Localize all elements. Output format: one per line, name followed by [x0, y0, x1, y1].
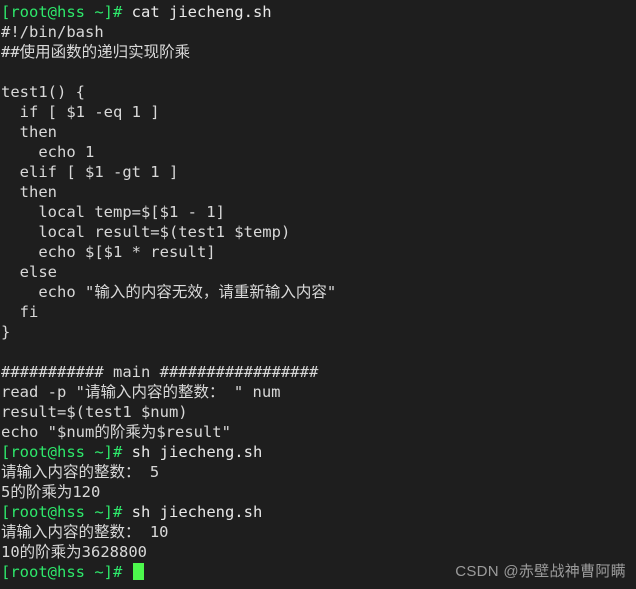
terminal-output-line: if [ $1 -eq 1 ]	[0, 102, 636, 122]
terminal-output-line: echo "$num的阶乘为$result"	[0, 422, 636, 442]
terminal-line-text: else	[1, 263, 57, 281]
terminal-line-text: test1() {	[1, 83, 85, 101]
terminal-line-text: echo $[$1 * result]	[1, 243, 216, 261]
terminal-output-line: 请输入内容的整数： 10	[0, 522, 636, 542]
shell-command	[122, 563, 131, 581]
terminal-line-text: then	[1, 123, 57, 141]
terminal-output-line: ########### main #################	[0, 362, 636, 382]
terminal-output-line: echo "输入的内容无效，请重新输入内容"	[0, 282, 636, 302]
terminal-output-line: read -p "请输入内容的整数： " num	[0, 382, 636, 402]
terminal-line-text: echo "输入的内容无效，请重新输入内容"	[1, 283, 337, 301]
terminal-output-line: local temp=$[$1 - 1]	[0, 202, 636, 222]
terminal-line-text: result=$(test1 $num)	[1, 403, 188, 421]
terminal-output-line: ##使用函数的递归实现阶乘	[0, 42, 636, 62]
terminal-output-line: then	[0, 182, 636, 202]
terminal-line-text: then	[1, 183, 57, 201]
terminal-line-text: ########### main #################	[1, 363, 319, 381]
text-cursor[interactable]	[132, 563, 144, 580]
terminal-output-line: fi	[0, 302, 636, 322]
terminal-output-line: }	[0, 322, 636, 342]
terminal-line-text: 请输入内容的整数： 10	[1, 523, 169, 541]
shell-prompt: [root@hss ~]#	[1, 503, 123, 521]
terminal-line-text: 请输入内容的整数： 5	[1, 463, 160, 481]
terminal-output-line: test1() {	[0, 82, 636, 102]
shell-command: sh jiecheng.sh	[122, 443, 263, 461]
terminal-line-text: if [ $1 -eq 1 ]	[1, 103, 160, 121]
terminal-line-text: 10的阶乘为3628800	[1, 543, 147, 561]
terminal-line-text: elif [ $1 -gt 1 ]	[1, 163, 179, 181]
shell-prompt: [root@hss ~]#	[1, 443, 123, 461]
shell-prompt: [root@hss ~]#	[1, 3, 123, 21]
terminal-output-line: then	[0, 122, 636, 142]
terminal-line-text: echo 1	[1, 143, 95, 161]
terminal-output-line: elif [ $1 -gt 1 ]	[0, 162, 636, 182]
terminal-output-line: echo $[$1 * result]	[0, 242, 636, 262]
shell-command: cat jiecheng.sh	[122, 3, 272, 21]
csdn-watermark: CSDN @赤壁战神曹阿瞒	[455, 563, 626, 580]
terminal-line-text: #!/bin/bash	[1, 23, 104, 41]
terminal-prompt-line: [root@hss ~]# sh jiecheng.sh	[0, 502, 636, 522]
terminal-window[interactable]: [root@hss ~]# cat jiecheng.sh #!/bin/bash…	[0, 0, 636, 589]
terminal-output-line: #!/bin/bash	[0, 22, 636, 42]
terminal-output-line: 5的阶乘为120	[0, 482, 636, 502]
terminal-output-line: result=$(test1 $num)	[0, 402, 636, 422]
shell-command: sh jiecheng.sh	[122, 503, 263, 521]
terminal-output-line: 请输入内容的整数： 5	[0, 462, 636, 482]
terminal-line-text: local result=$(test1 $temp)	[1, 223, 291, 241]
terminal-line-text: 5的阶乘为120	[1, 483, 101, 501]
terminal-prompt-line: [root@hss ~]# cat jiecheng.sh	[0, 2, 636, 22]
terminal-line-text: read -p "请输入内容的整数： " num	[1, 383, 281, 401]
terminal-output-line: 10的阶乘为3628800	[0, 542, 636, 562]
terminal-output-line: echo 1	[0, 142, 636, 162]
terminal-line-text: fi	[1, 303, 39, 321]
shell-prompt: [root@hss ~]#	[1, 563, 123, 581]
terminal-line-text: ##使用函数的递归实现阶乘	[1, 43, 191, 61]
terminal-line-text: echo "$num的阶乘为$result"	[1, 423, 231, 441]
terminal-line-text: }	[1, 323, 11, 341]
terminal-output-line: local result=$(test1 $temp)	[0, 222, 636, 242]
terminal-output: [root@hss ~]# cat jiecheng.sh #!/bin/bash…	[0, 2, 636, 582]
terminal-prompt-line: [root@hss ~]# sh jiecheng.sh	[0, 442, 636, 462]
terminal-line-text: local temp=$[$1 - 1]	[1, 203, 225, 221]
terminal-output-line: else	[0, 262, 636, 282]
